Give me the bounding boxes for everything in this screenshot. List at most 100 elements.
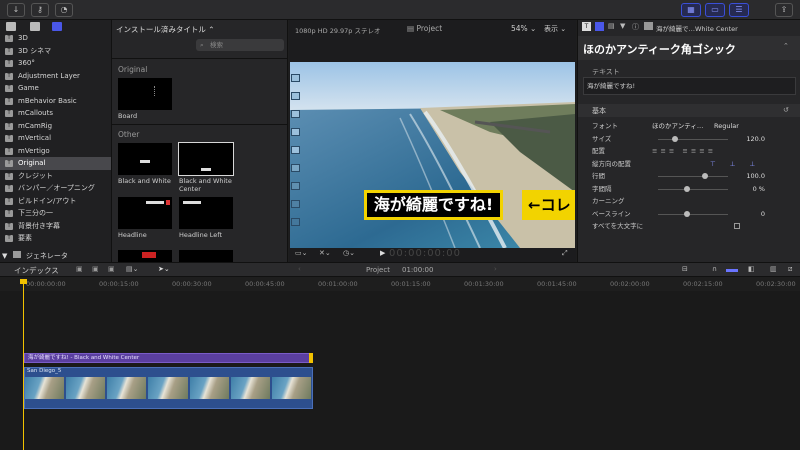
- inspector-row-value[interactable]: 120.0: [746, 133, 765, 145]
- sidebar-item[interactable]: T 3D シネマ: [0, 45, 111, 58]
- connect-clip-icon[interactable]: ▣: [76, 265, 83, 273]
- slider-knob[interactable]: [684, 210, 690, 217]
- thumb-black-and-white-center[interactable]: [178, 142, 234, 176]
- font-style-dropdown[interactable]: Regular: [714, 120, 739, 132]
- index-button[interactable]: インデックス: [14, 265, 59, 276]
- sidebar-item[interactable]: T 3D: [0, 32, 111, 45]
- inspector-row[interactable]: フォント ほのかアンティ… Regular: [578, 120, 800, 132]
- title-overlay[interactable]: 海が綺麗ですね!: [364, 190, 503, 220]
- share-button[interactable]: ⇪: [775, 3, 793, 17]
- inspector-row[interactable]: すべてを大文字に: [578, 220, 800, 232]
- inspector-row[interactable]: 配置 ≡≡≡ ≡≡≡≡: [578, 145, 800, 157]
- sidebar-item[interactable]: TmVertigo: [0, 145, 111, 158]
- forward-arrow-icon[interactable]: ›: [494, 265, 497, 273]
- sidebar-item[interactable]: T 背景付き字幕: [0, 220, 111, 233]
- inspector-row[interactable]: 縦方向の配置 ⊤ ⊥ ⊥: [578, 158, 800, 170]
- video-frame[interactable]: 海が綺麗ですね! ←コレ: [290, 62, 575, 248]
- reset-icon[interactable]: ↺: [783, 106, 789, 114]
- search-input[interactable]: ⌕ 検索: [196, 39, 284, 51]
- sidebar-item[interactable]: T クレジット: [0, 170, 111, 183]
- playhead-handle[interactable]: [20, 279, 27, 284]
- timeline-ruler[interactable]: 00:00:00:00 00:00:15:00 00:00:30:00 00:00:4…: [0, 277, 800, 291]
- back-arrow-icon[interactable]: ‹: [298, 265, 301, 273]
- fullscreen-icon[interactable]: ⤢: [562, 249, 568, 258]
- skimming-icon[interactable]: ⊟: [682, 265, 688, 273]
- text-value-field[interactable]: 海が綺麗ですね!: [583, 77, 796, 95]
- slider-knob[interactable]: [684, 185, 690, 192]
- line-spacing-slider[interactable]: [658, 173, 728, 179]
- font-preset-row[interactable]: ほのかアンティーク角ゴシック ⌃: [578, 36, 800, 60]
- color-inspector-icon[interactable]: ▼: [620, 22, 625, 30]
- generators-row[interactable]: ▼ ジェネレータ: [2, 250, 112, 262]
- solo-icon[interactable]: ◧: [748, 265, 755, 273]
- thumb-headline-left[interactable]: [179, 197, 233, 229]
- headphones-icon[interactable]: ∩: [712, 265, 717, 273]
- append-clip-icon[interactable]: ▣: [108, 265, 115, 273]
- play-icon[interactable]: ▶: [380, 249, 385, 257]
- basic-section-header[interactable]: 基本 ↺: [578, 104, 800, 117]
- transform-icon[interactable]: ▭⌄: [295, 249, 307, 257]
- sidebar-item[interactable]: T 下三分の一: [0, 207, 111, 220]
- sidebar-item[interactable]: TmCallouts: [0, 107, 111, 120]
- alignment-buttons-icon[interactable]: ≡≡≡ ≡≡≡≡: [652, 145, 716, 157]
- sidebar-item[interactable]: T 要素: [0, 232, 111, 245]
- sidebar-item[interactable]: T Game: [0, 82, 111, 95]
- playhead[interactable]: [23, 280, 24, 450]
- clip-trim-handle[interactable]: [309, 353, 313, 363]
- sidebar-item[interactable]: T Original: [0, 157, 111, 170]
- inspector-toggle-button[interactable]: ☰: [729, 3, 749, 17]
- tracking-slider[interactable]: [658, 185, 728, 192]
- inspector-row-value[interactable]: 100.0: [746, 170, 765, 182]
- browser-title-dropdown[interactable]: インストール済みタイトル ⌃: [116, 24, 236, 36]
- sidebar-item[interactable]: T バンパー／オープニング: [0, 182, 111, 195]
- baseline-slider[interactable]: [658, 210, 728, 217]
- thumb-black-and-white[interactable]: [118, 143, 172, 175]
- clip-appearance-icon[interactable]: ▥: [770, 265, 777, 273]
- timecode-display[interactable]: 00:00:00:00: [389, 248, 461, 259]
- slider-knob[interactable]: [702, 173, 708, 179]
- video-inspector-icon[interactable]: ▤: [608, 22, 615, 30]
- speed-icon[interactable]: ◷⌄: [343, 249, 355, 257]
- display-dropdown[interactable]: 表示 ⌄: [544, 24, 566, 34]
- video-clip[interactable]: San Diego_5: [24, 367, 313, 409]
- inspector-row[interactable]: ベースライン 0: [578, 208, 800, 220]
- inspector-row[interactable]: 行間 100.0: [578, 170, 800, 182]
- text-inspector-icon[interactable]: T: [582, 22, 591, 31]
- keywords-button[interactable]: ⚷: [31, 3, 49, 17]
- inspector-row-value[interactable]: 0 %: [753, 183, 765, 195]
- title-inspector-icon[interactable]: [595, 22, 604, 31]
- sidebar-item[interactable]: TmBehavior Basic: [0, 95, 111, 108]
- thumb-board[interactable]: [118, 78, 172, 110]
- effects-browser-icon[interactable]: ⧄: [788, 265, 792, 274]
- all-caps-checkbox[interactable]: [734, 223, 740, 229]
- title-clip[interactable]: 海が綺麗ですね! - Black and White Center: [24, 353, 312, 363]
- photos-icon[interactable]: [30, 22, 40, 31]
- vertical-alignment-icon[interactable]: ⊤ ⊥ ⊥: [710, 158, 761, 170]
- retime-icon[interactable]: ✕⌄: [319, 249, 331, 257]
- sidebar-item[interactable]: T ビルドイン/アウト: [0, 195, 111, 208]
- inspector-row[interactable]: サイズ 120.0: [578, 133, 800, 145]
- info-inspector-icon[interactable]: ⓘ: [632, 22, 639, 32]
- browser-toggle-button[interactable]: ▦: [681, 3, 701, 17]
- inspector-row[interactable]: 字間隔 0 %: [578, 183, 800, 195]
- titles-icon[interactable]: [52, 22, 62, 31]
- sidebar-item[interactable]: TmVertical: [0, 132, 111, 145]
- inspector-row[interactable]: カーニング: [578, 195, 800, 207]
- timeline-toggle-button[interactable]: ▭: [705, 3, 725, 17]
- edit-dropdown-icon[interactable]: ▤⌄: [126, 265, 138, 273]
- background-tasks-button[interactable]: ◔: [55, 3, 73, 17]
- thumb-headline[interactable]: [118, 197, 172, 229]
- slider-knob[interactable]: [672, 135, 678, 142]
- library-icon[interactable]: [6, 22, 16, 31]
- select-tool-icon[interactable]: ➤⌄: [158, 265, 170, 273]
- size-slider[interactable]: [658, 135, 728, 142]
- insert-clip-icon[interactable]: ▣: [92, 265, 99, 273]
- thumb-more-1[interactable]: [118, 250, 172, 262]
- inspector-row-value[interactable]: 0: [761, 208, 765, 220]
- timeline-tracks[interactable]: 海が綺麗ですね! - Black and White Center San Di…: [0, 291, 800, 450]
- import-button[interactable]: ↓: [7, 3, 25, 17]
- thumb-more-2[interactable]: [179, 250, 233, 262]
- audio-skim-icon[interactable]: [726, 269, 738, 272]
- zoom-dropdown[interactable]: 54% ⌄: [511, 24, 536, 33]
- inspector-row-value[interactable]: ほのかアンティ…: [652, 120, 703, 132]
